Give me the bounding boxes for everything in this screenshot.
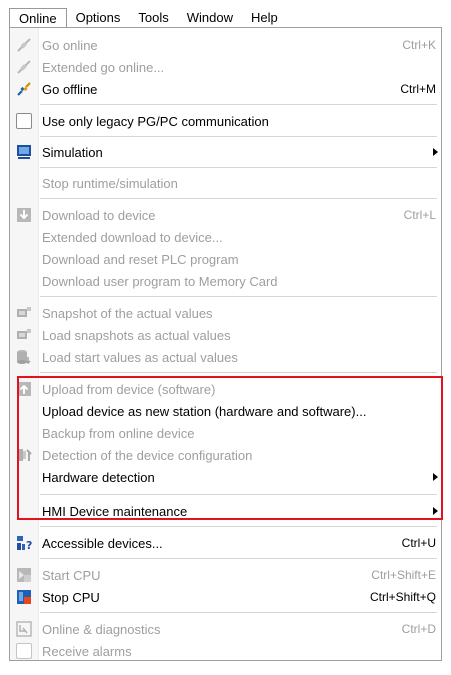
stop-cpu-label: Stop CPU <box>42 589 100 605</box>
go-online-icon <box>17 38 31 52</box>
snapshot-icon <box>17 307 31 317</box>
menu-item-accessible-devices[interactable]: ? Accessible devices... Ctrl+U <box>10 532 441 554</box>
stop-runtime-label: Stop runtime/simulation <box>42 175 178 191</box>
accessible-devices-label: Accessible devices... <box>42 535 163 551</box>
extended-go-online-icon <box>17 60 31 74</box>
menu-item-snapshot[interactable]: Snapshot of the actual values <box>10 302 441 324</box>
go-offline-label: Go offline <box>42 81 98 97</box>
download-reset-label: Download and reset PLC program <box>42 251 239 267</box>
menu-bar: Online Options Tools Window Help <box>9 8 439 28</box>
stop-cpu-icon <box>17 590 31 604</box>
legacy-pgpc-label: Use only legacy PG/PC communication <box>42 113 269 129</box>
separator <box>40 198 437 199</box>
menu-item-load-snapshots[interactable]: Load snapshots as actual values <box>10 324 441 346</box>
menu-options[interactable]: Options <box>67 8 130 28</box>
load-snapshots-icon <box>17 329 31 339</box>
menu-help[interactable]: Help <box>242 8 287 28</box>
extended-go-online-label: Extended go online... <box>42 59 165 75</box>
menu-item-download-memory-card[interactable]: Download user program to Memory Card <box>10 270 441 292</box>
download-device-label: Download to device <box>42 207 156 223</box>
online-diagnostics-icon <box>16 621 32 637</box>
menu-item-start-cpu[interactable]: Start CPU Ctrl+Shift+E <box>10 564 441 586</box>
legacy-pgpc-checkbox[interactable] <box>16 113 32 129</box>
separator <box>40 167 437 168</box>
menu-item-download-device[interactable]: Download to device Ctrl+L <box>10 204 441 226</box>
extended-download-label: Extended download to device... <box>42 229 223 245</box>
submenu-arrow-icon <box>433 148 438 156</box>
snapshot-label: Snapshot of the actual values <box>42 305 213 321</box>
svg-text:?: ? <box>26 539 32 551</box>
simulation-icon <box>17 145 31 159</box>
simulation-label: Simulation <box>42 144 103 160</box>
download-device-shortcut: Ctrl+L <box>403 208 436 222</box>
menu-item-go-offline[interactable]: Go offline Ctrl+M <box>10 78 441 100</box>
menu-item-receive-alarms[interactable]: Receive alarms <box>10 640 441 662</box>
download-memory-card-label: Download user program to Memory Card <box>42 273 278 289</box>
menu-tools[interactable]: Tools <box>129 8 177 28</box>
receive-alarms-checkbox[interactable] <box>16 643 32 659</box>
menu-item-load-start-values[interactable]: Load start values as actual values <box>10 346 441 368</box>
accessible-devices-shortcut: Ctrl+U <box>401 536 436 550</box>
separator <box>40 526 437 527</box>
menu-online[interactable]: Online <box>9 8 67 28</box>
receive-alarms-label: Receive alarms <box>42 643 132 659</box>
online-diagnostics-shortcut: Ctrl+D <box>401 622 436 636</box>
load-snapshots-label: Load snapshots as actual values <box>42 327 231 343</box>
menu-item-download-reset[interactable]: Download and reset PLC program <box>10 248 441 270</box>
go-offline-shortcut: Ctrl+M <box>400 82 436 96</box>
menu-item-go-online[interactable]: Go online Ctrl+K <box>10 34 441 56</box>
accessible-devices-icon: ? <box>17 536 32 551</box>
highlight-box <box>17 376 443 520</box>
menu-item-online-diagnostics[interactable]: Online & diagnostics Ctrl+D <box>10 618 441 640</box>
menu-item-extended-go-online[interactable]: Extended go online... <box>10 56 441 78</box>
start-cpu-icon <box>17 568 31 582</box>
menu-window[interactable]: Window <box>178 8 242 28</box>
separator <box>40 104 437 105</box>
separator <box>40 612 437 613</box>
start-cpu-shortcut: Ctrl+Shift+E <box>371 568 436 582</box>
online-diagnostics-label: Online & diagnostics <box>42 621 161 637</box>
online-dropdown-menu: Go online Ctrl+K Extended go online... G… <box>9 27 443 662</box>
separator <box>40 372 437 373</box>
menu-item-stop-cpu[interactable]: Stop CPU Ctrl+Shift+Q <box>10 586 441 608</box>
go-offline-icon <box>17 82 31 96</box>
menu-item-stop-runtime[interactable]: Stop runtime/simulation <box>10 172 441 194</box>
go-online-label: Go online <box>42 37 98 53</box>
separator <box>40 558 437 559</box>
start-cpu-label: Start CPU <box>42 567 101 583</box>
load-start-values-label: Load start values as actual values <box>42 349 238 365</box>
go-online-shortcut: Ctrl+K <box>402 38 436 52</box>
separator <box>40 296 437 297</box>
separator <box>40 136 437 137</box>
menu-item-extended-download[interactable]: Extended download to device... <box>10 226 441 248</box>
menu-item-simulation[interactable]: Simulation <box>10 141 441 163</box>
load-start-values-icon <box>17 350 31 365</box>
download-icon <box>17 208 31 222</box>
menu-item-legacy-pgpc[interactable]: Use only legacy PG/PC communication <box>10 110 441 132</box>
stop-cpu-shortcut: Ctrl+Shift+Q <box>369 590 436 604</box>
